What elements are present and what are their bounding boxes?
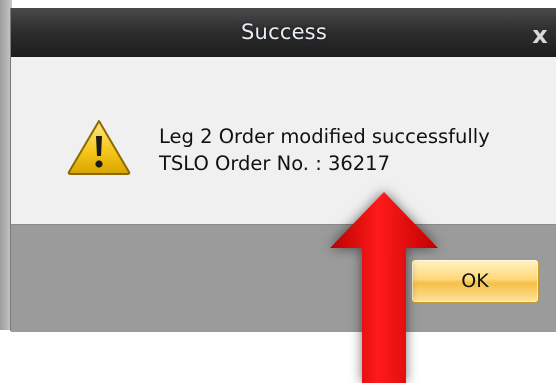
red-arrow-icon xyxy=(330,192,438,383)
dialog-content: Leg 2 Order modified successfully TSLO O… xyxy=(11,57,556,228)
message-line-1: Leg 2 Order modified successfully xyxy=(159,125,490,148)
close-button[interactable]: x xyxy=(523,18,556,52)
dialog-titlebar[interactable]: Success x xyxy=(11,8,556,57)
dialog-message: Leg 2 Order modified successfully TSLO O… xyxy=(159,123,490,177)
dialog-footer: OK xyxy=(11,224,556,332)
warning-icon xyxy=(67,120,131,175)
success-dialog: Success x Leg 2 Order modified successfu… xyxy=(10,8,556,332)
dialog-title: Success xyxy=(241,20,327,44)
message-line-2: TSLO Order No. : 36217 xyxy=(159,152,390,175)
close-icon: x xyxy=(532,21,548,49)
screenshot-canvas: Success x Leg 2 Order modified successfu… xyxy=(0,0,556,383)
